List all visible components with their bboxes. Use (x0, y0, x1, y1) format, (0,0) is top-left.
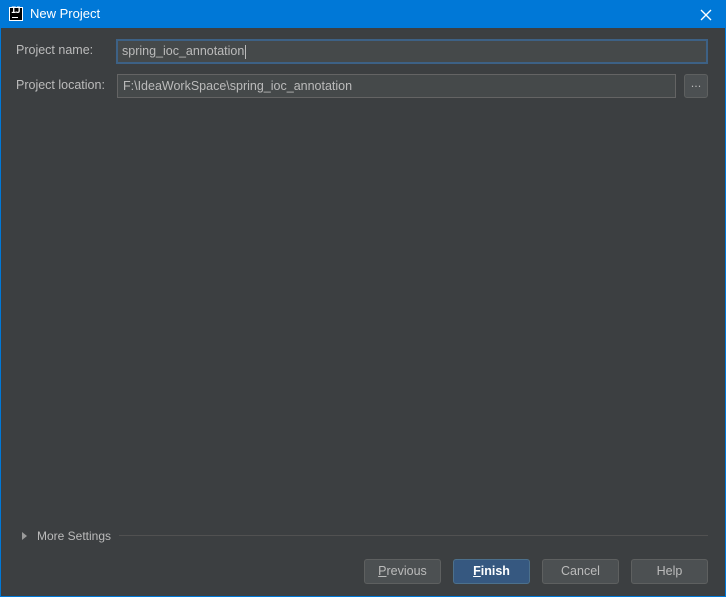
finish-button[interactable]: Finish (453, 559, 530, 584)
project-name-label: Project name: (16, 43, 94, 57)
title-bar[interactable]: IJ New Project (1, 1, 725, 28)
project-name-value: spring_ioc_annotation (122, 44, 245, 58)
more-settings-label: More Settings (37, 529, 112, 543)
intellij-app-icon: IJ (9, 6, 23, 21)
close-button[interactable] (691, 1, 721, 28)
expand-arrow-icon (22, 532, 27, 540)
close-icon (700, 9, 712, 20)
window-title: New Project (30, 6, 101, 21)
text-caret (245, 44, 247, 59)
project-name-input[interactable]: spring_ioc_annotation (116, 39, 708, 64)
project-location-input[interactable]: F:\IdeaWorkSpace\spring_ioc_annotation (117, 74, 676, 98)
project-location-label: Project location: (16, 78, 105, 92)
help-button[interactable]: Help (631, 559, 708, 584)
project-location-value: F:\IdeaWorkSpace\spring_ioc_annotation (123, 79, 353, 93)
cancel-button[interactable]: Cancel (542, 559, 619, 584)
previous-button[interactable]: Previous (364, 559, 441, 584)
more-settings-toggle[interactable]: More Settings (22, 528, 111, 544)
browse-button[interactable]: ... (684, 74, 708, 98)
new-project-dialog: IJ New Project Project name: spring_ioc_… (0, 0, 726, 597)
more-settings-divider (119, 535, 708, 536)
